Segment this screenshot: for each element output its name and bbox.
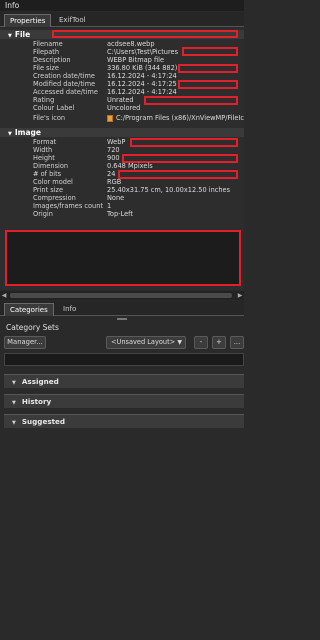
property-value[interactable]: 16.12.2024 - 4:17:25 xyxy=(107,80,177,88)
property-row: Width 720 xyxy=(0,146,244,154)
property-row: Accessed date/time 16.12.2024 - 4:17:24 xyxy=(0,88,244,96)
property-row: Origin Top-Left xyxy=(0,210,244,218)
window-title: Info xyxy=(0,0,244,11)
accordion-label: History xyxy=(21,397,52,406)
layout-select[interactable]: <Unsaved Layout> ▼ xyxy=(106,336,186,349)
scrollbar-thumb[interactable] xyxy=(10,293,232,298)
property-row: Color model RGB xyxy=(0,178,244,186)
property-key: Filename xyxy=(33,40,63,48)
property-key: Width xyxy=(33,146,53,154)
accordion-assigned[interactable]: ▼ Assigned xyxy=(4,374,244,388)
property-value: C:/Program Files (x86)/XnViewMP/FileIc xyxy=(116,114,244,122)
tab-properties[interactable]: Properties xyxy=(4,14,52,27)
property-key: Creation date/time xyxy=(33,72,95,80)
image-preview-redacted xyxy=(5,230,241,286)
layout-select-value: <Unsaved Layout> xyxy=(111,338,176,346)
property-key: Print size xyxy=(33,186,64,194)
property-value[interactable]: Top-Left xyxy=(107,210,133,218)
property-value[interactable]: 1 xyxy=(107,202,111,210)
scroll-right-arrow-icon[interactable]: ▶ xyxy=(236,291,244,300)
property-value[interactable]: 25.40x31.75 cm, 10.00x12.50 inches xyxy=(107,186,230,194)
property-key: Rating xyxy=(33,96,55,104)
collapse-triangle-icon: ▼ xyxy=(8,131,12,137)
accordion-suggested[interactable]: ▼ Suggested xyxy=(4,414,244,428)
property-row: Images/frames count 1 xyxy=(0,202,244,210)
property-row: Creation date/time 16.12.2024 - 4:17:24 xyxy=(0,72,244,80)
dropdown-chevron-icon: ▼ xyxy=(177,339,182,346)
manager-button[interactable]: Manager... xyxy=(4,336,46,349)
property-key: Colour Label xyxy=(33,104,75,112)
collapse-triangle-icon: ▼ xyxy=(8,33,12,39)
property-key: Filepath xyxy=(33,48,60,56)
collapse-triangle-icon: ▼ xyxy=(12,420,16,426)
property-value[interactable]: Unrated xyxy=(107,96,134,104)
property-row: Dimension 0.648 Mpixels xyxy=(0,162,244,170)
collapse-triangle-icon: ▼ xyxy=(12,380,16,386)
property-key: Height xyxy=(33,154,55,162)
property-row: Print size 25.40x31.75 cm, 10.00x12.50 in… xyxy=(0,186,244,194)
property-key: Format xyxy=(33,138,57,146)
accordion-label: Assigned xyxy=(21,377,59,386)
file-icon-value[interactable]: C:/Program Files (x86)/XnViewMP/FileIc xyxy=(107,113,244,123)
property-key: Modified date/time xyxy=(33,80,96,88)
property-key: # of bits xyxy=(33,170,62,178)
property-key: Color model xyxy=(33,178,73,186)
tab-exiftool[interactable]: ExifTool xyxy=(54,14,91,27)
property-key: Dimension xyxy=(33,162,69,170)
scroll-left-arrow-icon[interactable]: ◀ xyxy=(0,291,8,300)
categories-empty-area xyxy=(0,430,244,640)
property-value[interactable]: Uncolored xyxy=(107,104,140,112)
accordion-history[interactable]: ▼ History xyxy=(4,394,244,408)
panel-resize-grip[interactable] xyxy=(117,318,127,320)
remove-set-button[interactable]: - xyxy=(194,336,208,349)
properties-tab-bar: Properties ExifTool xyxy=(0,12,244,27)
property-key: File's icon xyxy=(33,114,66,122)
category-search-input[interactable] xyxy=(4,353,244,366)
property-row: File's icon C:/Program Files (x86)/XnView… xyxy=(0,113,244,123)
property-value[interactable]: None xyxy=(107,194,124,202)
tab-info[interactable]: Info xyxy=(58,303,81,316)
category-sets-title: Category Sets xyxy=(6,323,59,332)
property-key: Images/frames count xyxy=(33,202,103,210)
redaction-box xyxy=(52,30,238,38)
property-value[interactable]: 16.12.2024 - 4:17:24 xyxy=(107,72,177,80)
categories-tab-bar: Categories Info xyxy=(0,301,244,316)
property-value[interactable]: 0.648 Mpixels xyxy=(107,162,153,170)
property-value[interactable]: 720 xyxy=(107,146,120,154)
property-value[interactable]: 24 xyxy=(107,170,115,178)
accordion-label: Suggested xyxy=(21,417,66,426)
redaction-box xyxy=(182,47,238,56)
property-value[interactable]: WebP xyxy=(107,138,125,146)
horizontal-scrollbar[interactable]: ◀ ▶ xyxy=(0,291,244,300)
property-key: File size xyxy=(33,64,59,72)
section-image-title: Image xyxy=(14,128,41,137)
collapse-triangle-icon: ▼ xyxy=(12,400,16,406)
property-value[interactable]: acdsee8.webp xyxy=(107,40,155,48)
property-value[interactable]: 16.12.2024 - 4:17:24 xyxy=(107,88,177,96)
property-value[interactable]: 900 xyxy=(107,154,120,162)
property-value[interactable]: C:\Users\Test\Pictures xyxy=(107,48,178,56)
property-value[interactable]: RGB xyxy=(107,178,121,186)
more-options-button[interactable]: ... xyxy=(230,336,244,349)
property-key: Accessed date/time xyxy=(33,88,98,96)
property-key: Description xyxy=(33,56,71,64)
file-type-icon xyxy=(107,114,113,122)
section-image-header[interactable]: ▼ Image xyxy=(0,128,244,137)
property-value[interactable]: 336.80 KiB (344 882) xyxy=(107,64,177,72)
property-row: Colour Label Uncolored xyxy=(0,104,244,112)
section-file-title: File xyxy=(14,30,31,39)
property-key: Compression xyxy=(33,194,76,202)
property-key: Origin xyxy=(33,210,53,218)
property-row: Description WEBP Bitmap file xyxy=(0,56,244,64)
property-row: Compression None xyxy=(0,194,244,202)
add-set-button[interactable]: + xyxy=(212,336,226,349)
property-value[interactable]: WEBP Bitmap file xyxy=(107,56,164,64)
tab-categories[interactable]: Categories xyxy=(4,303,54,316)
